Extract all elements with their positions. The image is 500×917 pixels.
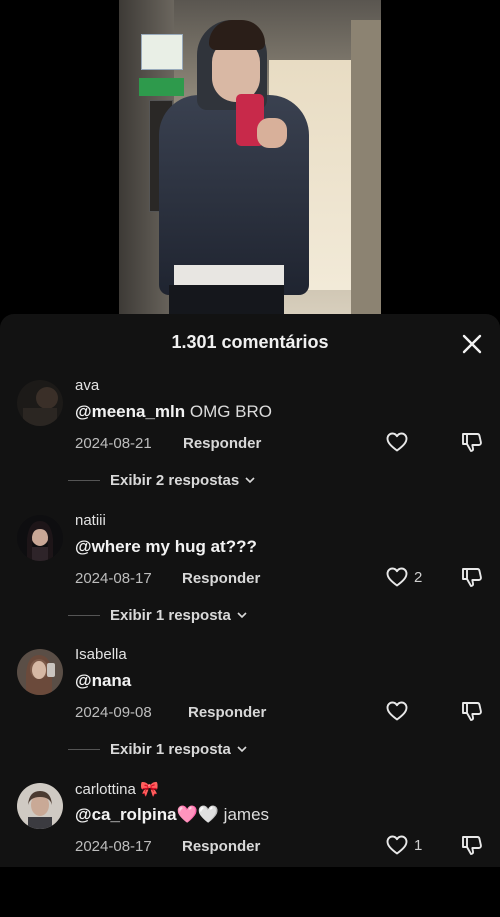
view-replies-label: Exibir 1 resposta	[110, 606, 231, 624]
view-replies-button[interactable]: Exibir 2 respostas	[68, 470, 256, 490]
divider	[68, 748, 100, 750]
comment-date: 2024-08-21	[75, 435, 152, 452]
comment-username[interactable]: natiii	[75, 512, 106, 529]
heart-outline-icon	[386, 835, 408, 855]
heart-outline-icon	[386, 567, 408, 587]
dislike-button[interactable]	[460, 699, 484, 723]
elevator-sign	[141, 34, 183, 70]
like-count: 2	[414, 568, 423, 586]
reply-button[interactable]: Responder	[182, 570, 260, 587]
view-replies-button[interactable]: Exibir 1 resposta	[68, 739, 248, 759]
video-frame-image	[119, 0, 381, 316]
comment-date: 2024-08-17	[75, 838, 152, 855]
view-replies-button[interactable]: Exibir 1 resposta	[68, 605, 248, 625]
like-count: 1	[414, 836, 423, 854]
reply-button[interactable]: Responder	[182, 838, 260, 855]
comment-mention[interactable]: @ca_rolpina	[75, 805, 177, 824]
comments-sheet: 1.301 comentários ava @meena_mln OMG BRO…	[0, 314, 500, 867]
comment-date: 2024-09-08	[75, 704, 152, 721]
chevron-down-icon	[245, 477, 255, 484]
thumbs-down-icon	[462, 433, 482, 452]
comment-date: 2024-08-17	[75, 570, 152, 587]
comment-username[interactable]: carlottina 🎀	[75, 780, 159, 798]
view-replies-label: Exibir 2 respostas	[110, 471, 240, 489]
chevron-down-icon	[237, 612, 247, 619]
comment-mention[interactable]: @meena_mln	[75, 402, 185, 421]
close-button[interactable]	[460, 332, 484, 356]
avatar[interactable]	[17, 515, 63, 561]
comment-text: @nana	[75, 671, 131, 691]
like-button[interactable]	[385, 430, 414, 454]
like-button[interactable]	[385, 699, 414, 723]
thumbs-down-icon	[462, 568, 482, 587]
close-icon	[462, 334, 482, 354]
divider	[68, 479, 100, 481]
comment-username[interactable]: ava	[75, 377, 99, 394]
dislike-button[interactable]	[460, 833, 484, 857]
heart-outline-icon	[386, 432, 408, 452]
avatar[interactable]	[17, 380, 63, 426]
comment-username[interactable]: Isabella	[75, 646, 127, 663]
comment-mention[interactable]: @where my hug at???	[75, 537, 257, 556]
reply-button[interactable]: Responder	[188, 704, 266, 721]
chevron-down-icon	[237, 746, 247, 753]
like-button[interactable]: 1	[385, 833, 422, 857]
comment-body: OMG BRO	[185, 402, 273, 421]
comment-text: @meena_mln OMG BRO	[75, 402, 272, 422]
avatar[interactable]	[17, 783, 63, 829]
comment-item: ava @meena_mln OMG BRO 2024-08-21 Respon…	[0, 377, 500, 514]
divider	[68, 614, 100, 616]
reply-button[interactable]: Responder	[183, 435, 261, 452]
like-button[interactable]: 2	[385, 565, 422, 589]
dislike-button[interactable]	[460, 430, 484, 454]
view-replies-label: Exibir 1 resposta	[110, 740, 231, 758]
comment-body: 🩷🤍 james	[176, 805, 270, 824]
heart-outline-icon	[386, 701, 408, 721]
comments-count-title: 1.301 comentários	[171, 332, 329, 352]
dislike-button[interactable]	[460, 565, 484, 589]
comment-item: natiii @where my hug at??? 2024-08-17 Re…	[0, 512, 500, 649]
comment-text: @ca_rolpina🩷🤍 james	[75, 805, 269, 825]
comment-item: carlottina 🎀 @ca_rolpina🩷🤍 james 2024-08…	[0, 780, 500, 917]
thumbs-down-icon	[462, 702, 482, 721]
comment-text: @where my hug at???	[75, 537, 257, 557]
avatar[interactable]	[17, 649, 63, 695]
comment-mention[interactable]: @nana	[75, 671, 131, 690]
thumbs-down-icon	[462, 836, 482, 855]
comment-item: Isabella @nana 2024-09-08 Responder Exib…	[0, 646, 500, 783]
elevator-sign-green	[139, 78, 184, 96]
video-preview[interactable]	[0, 0, 500, 330]
